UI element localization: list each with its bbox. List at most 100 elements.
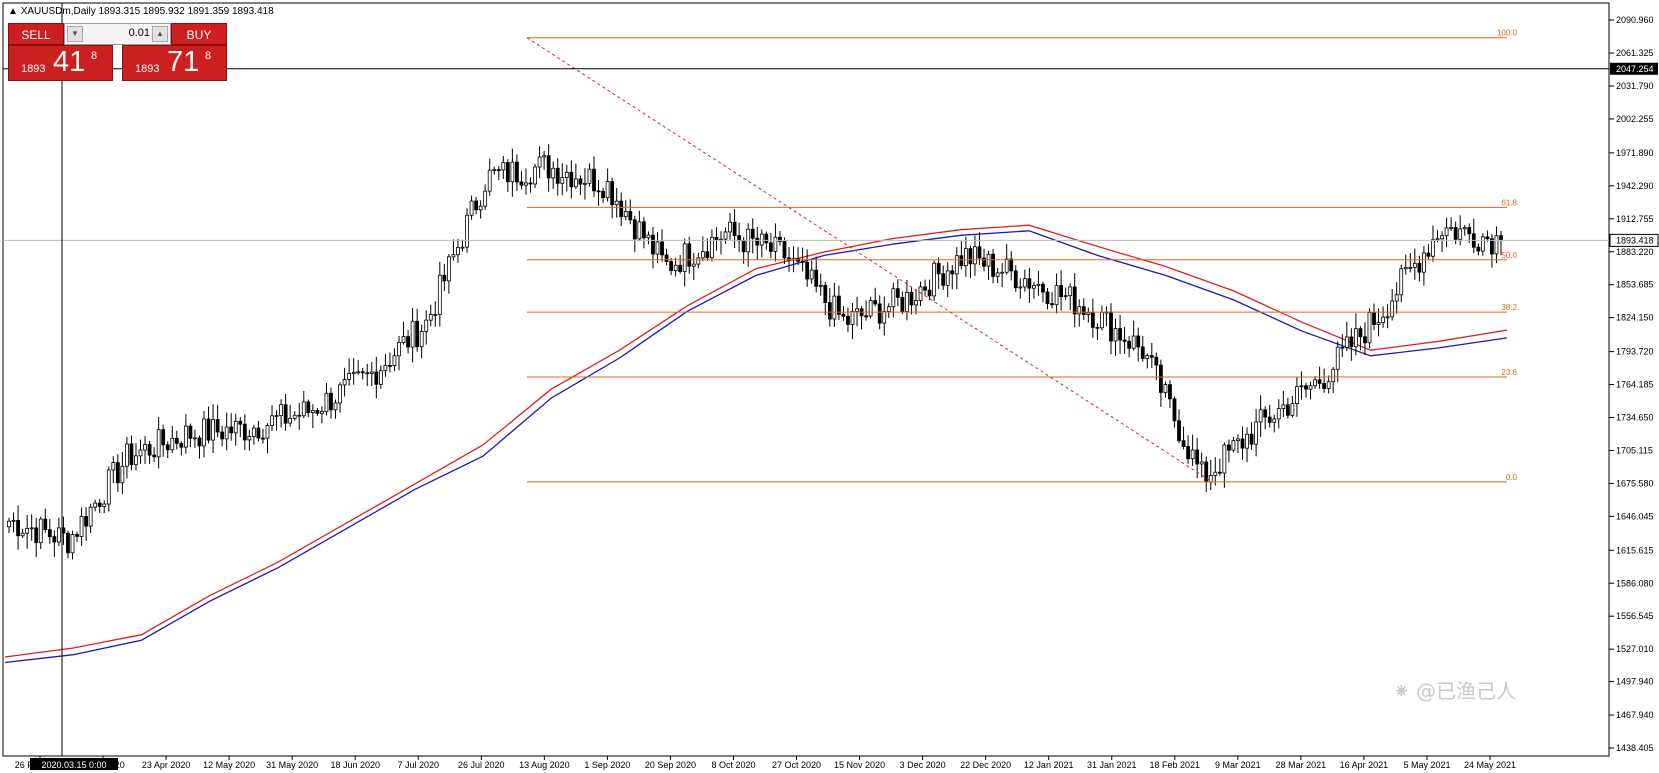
fib-level-label: 61.8 — [1501, 198, 1517, 207]
candle-body — [134, 455, 138, 466]
lot-size-field[interactable]: ▼ 0.01 ▲ — [64, 23, 171, 45]
candle-body — [406, 336, 410, 348]
candle-body — [1090, 312, 1095, 328]
candle — [465, 208, 469, 253]
candle-body — [696, 257, 701, 265]
time-tick-label: 9 Mar 2021 — [1215, 760, 1261, 770]
candle-body — [1422, 252, 1426, 273]
candle-body — [437, 274, 442, 315]
trading-terminal-chart: 100.0 61.8 50.0 38.2 23.6 0.0 2047.254 1893.41… — [0, 0, 1659, 773]
candle-body — [333, 402, 338, 411]
collapse-arrow-icon[interactable]: ▲ — [8, 6, 18, 17]
candle-body — [188, 425, 193, 439]
price-chart[interactable]: 100.0 61.8 50.0 38.2 23.6 0.0 2047.254 1893.41… — [0, 0, 1659, 773]
time-tick-label: 27 Oct 2020 — [772, 760, 821, 770]
candle-body — [1399, 268, 1404, 296]
candle-body — [306, 401, 311, 413]
candle-body — [292, 414, 297, 419]
candle-body — [342, 379, 347, 386]
candle-body — [138, 449, 143, 457]
candle-body — [401, 336, 406, 343]
candle-body — [941, 273, 946, 286]
candle-body — [1276, 408, 1281, 420]
candle-body — [16, 520, 20, 537]
candle-body — [315, 409, 320, 414]
one-click-trading-panel: SELL ▼ 0.01 ▲ BUY 1893 41 8 1893 71 8 — [8, 23, 227, 81]
time-tick-label: 28 Mar 2021 — [1276, 760, 1327, 770]
candle-body — [578, 178, 583, 185]
candle-body — [551, 167, 556, 179]
candle-body — [818, 284, 823, 287]
candle-body — [487, 169, 492, 192]
candle-body — [1154, 356, 1159, 366]
lot-increase-icon[interactable]: ▲ — [152, 26, 168, 42]
sell-price-button[interactable]: 1893 41 8 — [8, 45, 113, 81]
candle-body — [573, 178, 578, 188]
candle-body — [233, 420, 238, 434]
candle-body — [161, 429, 166, 446]
price-tick-label: 1556.545 — [1616, 611, 1654, 621]
price-tick-label: 1734.650 — [1616, 413, 1654, 423]
candle-body — [1000, 271, 1005, 274]
fib-level-label: 100.0 — [1497, 29, 1518, 38]
candle-body — [741, 240, 746, 253]
candle-body — [446, 256, 451, 282]
candle-body — [1353, 328, 1358, 348]
candle-body — [66, 532, 70, 554]
candle-body — [1313, 379, 1317, 387]
candle-body — [855, 308, 859, 312]
bid-price-big: 41 — [53, 46, 86, 78]
sell-button[interactable]: SELL — [8, 23, 64, 45]
candle-body — [877, 303, 882, 324]
candle-body — [193, 437, 197, 440]
buy-price-button[interactable]: 1893 71 8 — [122, 45, 227, 81]
candle-body — [923, 286, 927, 291]
candle-body — [465, 214, 469, 248]
candle-body — [1027, 278, 1032, 289]
candle-body — [505, 162, 510, 183]
candle-body — [1263, 409, 1268, 418]
candle-body — [1499, 235, 1503, 241]
candle-body — [1208, 475, 1213, 483]
candle-body — [564, 171, 569, 178]
candle-body — [1031, 285, 1036, 289]
candle-body — [238, 420, 243, 425]
candle-body — [678, 264, 683, 272]
candle-body — [619, 200, 624, 218]
lot-decrease-icon[interactable]: ▼ — [67, 26, 83, 42]
candle-body — [1322, 383, 1327, 389]
candle-body — [1100, 311, 1104, 329]
candle-body — [614, 200, 619, 206]
price-tick-label: 1586.080 — [1616, 578, 1654, 588]
candle-body — [1009, 258, 1014, 272]
candle-body — [229, 426, 234, 434]
candle-body — [542, 155, 547, 158]
candle-body — [1403, 267, 1408, 270]
candle-body — [419, 331, 424, 348]
candle-body — [1272, 418, 1277, 423]
candle-body — [660, 241, 664, 256]
candle-body — [1249, 433, 1254, 445]
buy-button[interactable]: BUY — [171, 23, 227, 45]
candle-body — [1285, 404, 1290, 416]
candle-body — [442, 274, 447, 282]
candle-body — [1344, 336, 1349, 348]
candle-body — [1376, 322, 1381, 325]
candle-body — [1145, 355, 1150, 359]
candle-body — [637, 221, 642, 240]
candle-body — [47, 529, 52, 538]
candle-body — [891, 288, 896, 308]
time-tick-label: 13 Aug 2020 — [519, 760, 570, 770]
candle-body — [20, 532, 25, 537]
candle-body — [1054, 285, 1059, 306]
lot-size-value[interactable]: 0.01 — [85, 27, 150, 39]
candle-body — [1440, 235, 1444, 240]
horizontal-line-price-label: 2047.254 — [1616, 64, 1654, 74]
candle-body — [886, 306, 891, 312]
candle-body — [165, 444, 170, 451]
candle-body — [1317, 379, 1322, 384]
candle-body — [932, 262, 937, 297]
candle-body — [97, 502, 102, 507]
candle-body — [1485, 236, 1490, 240]
candle-body — [1172, 398, 1177, 422]
